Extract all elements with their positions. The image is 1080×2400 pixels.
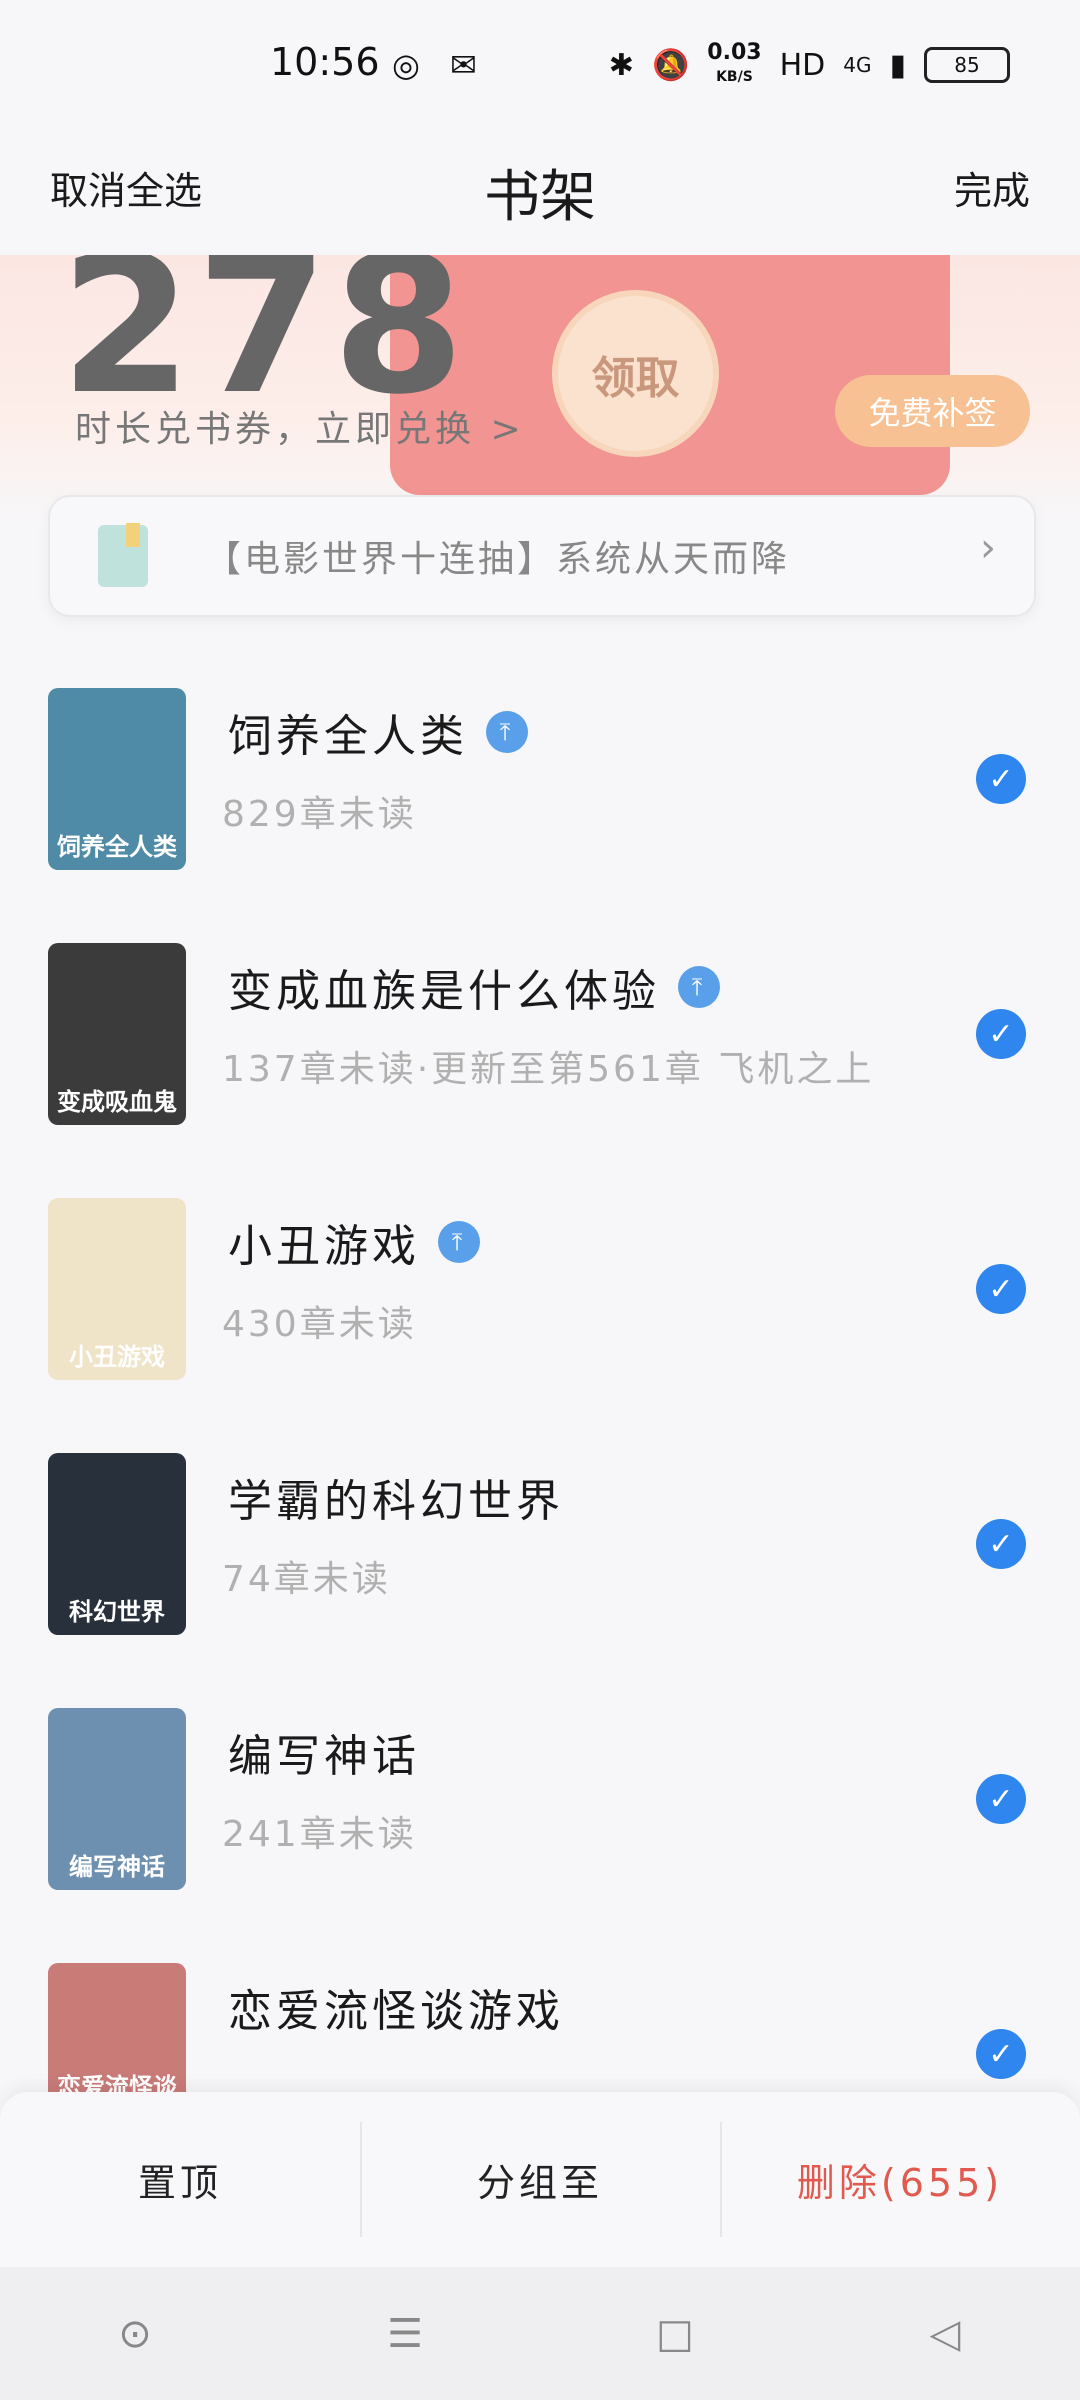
book-row[interactable]: 科幻世界 学霸的科幻世界 74章未读 ✓ xyxy=(0,1425,1080,1680)
book-title-text: 编写神话 xyxy=(228,1731,420,1782)
status-bar: 10:56 ◎ ✉ ✱ 🔕 0.03 KB/S HD 4G ▮ 85 xyxy=(0,0,1080,130)
checkbox-checked-icon[interactable]: ✓ xyxy=(976,1009,1026,1059)
book-cover-text: 科幻世界 xyxy=(69,1598,165,1626)
system-nav-bar: ⊙ ☰ □ ◁ xyxy=(0,2267,1080,2400)
claim-button[interactable]: 领取 xyxy=(552,290,719,457)
page-title: 书架 xyxy=(484,165,596,230)
book-title: 学霸的科幻世界 xyxy=(228,1465,564,1529)
net-speed: 0.03 KB/S xyxy=(707,42,761,88)
book-title-text: 恋爱流怪谈游戏 xyxy=(228,1986,564,2037)
book-title-text: 饲养全人类 xyxy=(228,711,468,762)
notification-icons: ◎ ✉ xyxy=(392,46,487,84)
book-title: 变成血族是什么体验 ⤒ xyxy=(228,955,720,1019)
battery-icon: 85 xyxy=(924,47,1010,83)
book-cover: 编写神话 xyxy=(48,1708,186,1890)
pinned-icon: ⤒ xyxy=(486,711,528,753)
status-right: ✱ 🔕 0.03 KB/S HD 4G ▮ 85 xyxy=(609,42,1010,88)
battery-level: 85 xyxy=(954,53,980,77)
checkbox-checked-icon[interactable]: ✓ xyxy=(976,1519,1026,1569)
book-title: 小丑游戏 ⤒ xyxy=(228,1210,480,1274)
delete-button[interactable]: 删除(655) xyxy=(720,2092,1080,2267)
book-title: 饲养全人类 ⤒ xyxy=(228,700,528,764)
home-icon[interactable]: □ xyxy=(645,2304,705,2364)
assistant-icon[interactable]: ⊙ xyxy=(105,2304,165,2364)
network-label: 4G xyxy=(843,53,872,77)
mute-icon: 🔕 xyxy=(651,47,690,83)
notice-card[interactable]: 【电影世界十连抽】系统从天而降 › xyxy=(48,495,1036,617)
net-speed-unit: KB/S xyxy=(716,69,753,85)
book-cover-text: 小丑游戏 xyxy=(69,1343,165,1371)
banner-subtitle[interactable]: 时长兑书券，立即兑换 > xyxy=(75,400,525,452)
book-cover: 科幻世界 xyxy=(48,1453,186,1635)
checkbox-checked-icon[interactable]: ✓ xyxy=(976,754,1026,804)
book-subtitle: 241章未读 xyxy=(222,1814,417,1855)
book-cover-text: 编写神话 xyxy=(69,1853,165,1881)
book-row[interactable]: 编写神话 编写神话 241章未读 ✓ xyxy=(0,1680,1080,1935)
book-title-text: 变成血族是什么体验 xyxy=(228,966,660,1017)
book-subtitle: 430章未读 xyxy=(222,1304,417,1345)
hd-label: HD xyxy=(779,47,826,83)
back-icon[interactable]: ◁ xyxy=(915,2304,975,2364)
checkbox-checked-icon[interactable]: ✓ xyxy=(976,1264,1026,1314)
done-button[interactable]: 完成 xyxy=(954,160,1030,215)
book-cover: 饲养全人类 xyxy=(48,688,186,870)
free-sign-button[interactable]: 免费补签 xyxy=(835,375,1030,447)
checkbox-checked-icon[interactable]: ✓ xyxy=(976,1774,1026,1824)
notice-text: 【电影世界十连抽】系统从天而降 xyxy=(205,539,791,580)
book-title-text: 学霸的科幻世界 xyxy=(228,1476,564,1527)
book-cover-text: 饲养全人类 xyxy=(57,833,177,861)
pin-button[interactable]: 置顶 xyxy=(0,2092,360,2267)
pinned-icon: ⤒ xyxy=(438,1221,480,1263)
chevron-right-icon: › xyxy=(980,525,996,571)
book-cover-text: 变成吸血鬼 xyxy=(57,1088,177,1116)
book-icon xyxy=(98,523,148,587)
pinned-icon: ⤒ xyxy=(678,966,720,1008)
header: 取消全选 书架 完成 xyxy=(0,130,1080,255)
bluetooth-icon: ✱ xyxy=(608,47,634,83)
book-title-text: 小丑游戏 xyxy=(228,1221,420,1272)
status-time: 10:56 xyxy=(270,40,380,84)
book-row[interactable]: 饲养全人类 饲养全人类 ⤒ 829章未读 ✓ xyxy=(0,660,1080,915)
book-subtitle: 137章未读·更新至第561章 飞机之上 xyxy=(222,1049,875,1090)
reward-banner[interactable]: 278 领取 时长兑书券，立即兑换 > 免费补签 xyxy=(0,255,1080,525)
book-cover: 变成吸血鬼 xyxy=(48,943,186,1125)
checkbox-checked-icon[interactable]: ✓ xyxy=(976,2029,1026,2079)
action-bar: 置顶 分组至 删除(655) xyxy=(0,2092,1080,2267)
book-row[interactable]: 小丑游戏 小丑游戏 ⤒ 430章未读 ✓ xyxy=(0,1170,1080,1425)
book-subtitle: 74章未读 xyxy=(222,1559,391,1600)
book-title: 编写神话 xyxy=(228,1720,420,1784)
signal-icon: ▮ xyxy=(889,47,906,83)
book-subtitle: 829章未读 xyxy=(222,794,417,835)
book-row[interactable]: 变成吸血鬼 变成血族是什么体验 ⤒ 137章未读·更新至第561章 飞机之上 ✓ xyxy=(0,915,1080,1170)
book-cover: 小丑游戏 xyxy=(48,1198,186,1380)
menu-icon[interactable]: ☰ xyxy=(375,2304,435,2364)
book-title: 恋爱流怪谈游戏 xyxy=(228,1975,564,2039)
net-speed-value: 0.03 xyxy=(707,40,762,65)
group-button[interactable]: 分组至 xyxy=(360,2092,720,2267)
